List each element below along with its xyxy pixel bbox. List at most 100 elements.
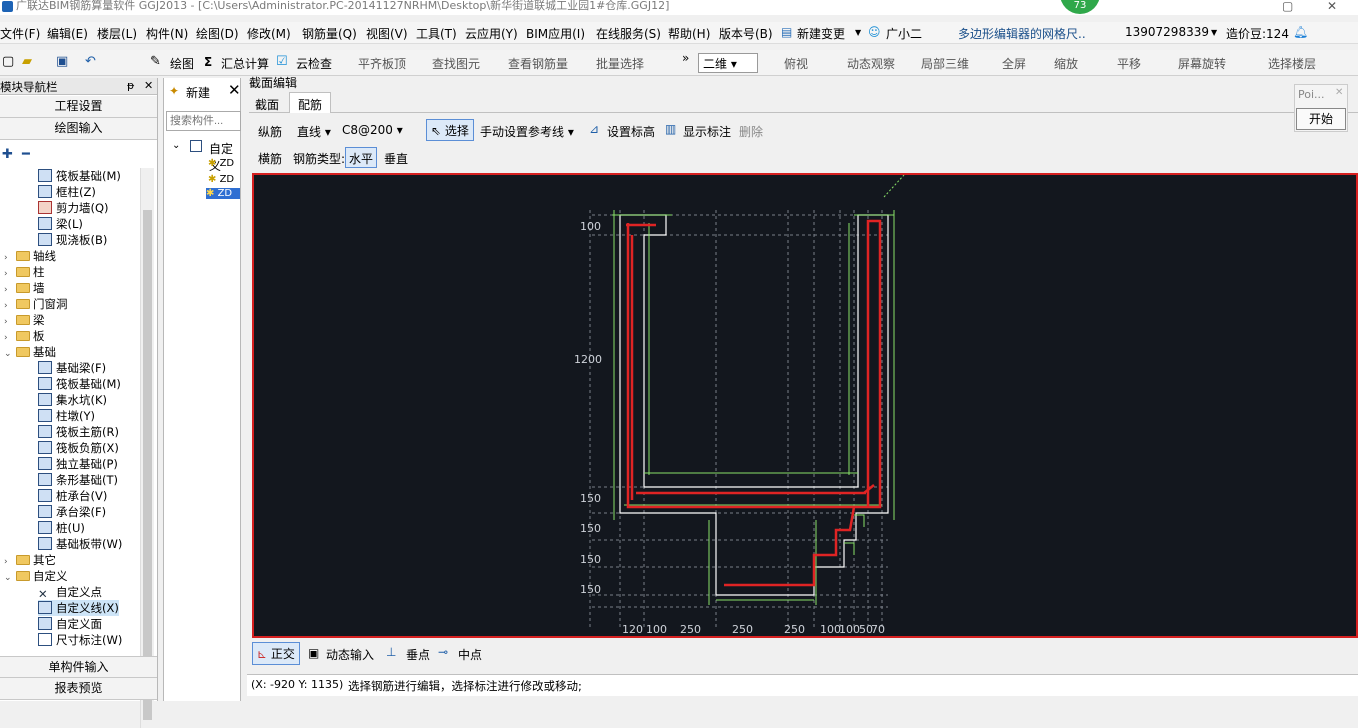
menu-rebar[interactable]: 钢筋量(Q) (302, 25, 357, 42)
close-window-icon[interactable]: ✕ (1327, 0, 1337, 12)
tree-item[interactable]: 梁(L) (38, 216, 83, 232)
tree-folder[interactable]: › 轴线 (4, 248, 56, 264)
fullscreen-button[interactable]: 全屏 (1002, 55, 1026, 72)
menu-cloud[interactable]: 云应用(Y) (465, 25, 518, 42)
menu-draw[interactable]: 绘图(D) (196, 25, 239, 42)
expand-icon[interactable]: › (4, 558, 16, 567)
dropdown-arrow-icon[interactable]: ▼ (1211, 28, 1217, 37)
horizontal-button[interactable]: 水平 (345, 147, 378, 168)
tree-item[interactable]: ✕ 自定义点 (38, 584, 102, 601)
tree-item[interactable]: 筏板基础(M) (38, 168, 121, 184)
tree-item[interactable]: 剪力墙(Q) (38, 200, 109, 216)
top-view-button[interactable]: 俯视 (784, 55, 808, 72)
menu-assistant[interactable]: 广小二 (886, 25, 922, 42)
tree-item[interactable]: 桩承台(V) (38, 488, 107, 504)
start-button[interactable]: 开始 (1296, 108, 1346, 130)
tree-folder[interactable]: › 门窗洞 (4, 296, 68, 312)
expand-icon[interactable]: › (4, 334, 16, 343)
bell-icon[interactable]: 🔔︎ (1293, 25, 1308, 39)
dynamic-input-button[interactable]: 动态输入 (326, 646, 374, 663)
tree-folder[interactable]: › 墙 (4, 280, 45, 296)
tree-folder[interactable]: › 其它 (4, 552, 56, 568)
menu-view[interactable]: 视图(V) (366, 25, 408, 42)
tree-item[interactable]: 筏板基础(M) (38, 376, 121, 392)
tree-item[interactable]: 现浇板(B) (38, 232, 107, 248)
tree-item[interactable]: 筏板主筋(R) (38, 424, 119, 440)
menu-new-change[interactable]: 新建变更 (797, 25, 845, 42)
collapse-icon[interactable]: ⌄ (4, 350, 16, 359)
grid-size-notice[interactable]: 多边形编辑器的网格尺.. (958, 25, 1086, 42)
tree-item[interactable]: 自定义面 (38, 616, 102, 632)
tree-item[interactable]: 尺寸标注(W) (38, 632, 122, 648)
tree-item[interactable]: 独立基础(P) (38, 456, 118, 472)
tab-section[interactable]: 截面 (255, 96, 279, 113)
delete-button[interactable]: 删除 (739, 123, 763, 140)
tab-rebar[interactable]: 配筋 (289, 92, 332, 113)
report-preview-button[interactable]: 报表预览 (0, 678, 157, 700)
tree-item[interactable]: 条形基础(T) (38, 472, 118, 488)
midpoint-button[interactable]: 中点 (458, 646, 482, 663)
tree-item[interactable]: 框柱(Z) (38, 184, 96, 200)
new-file-icon[interactable]: ▢ (2, 54, 14, 69)
select-floor-button[interactable]: 选择楼层 (1268, 55, 1316, 72)
pin-icon[interactable]: ᵽ (127, 79, 134, 92)
menu-online[interactable]: 在线服务(S) (596, 25, 661, 42)
cad-canvas[interactable]: 100 1200 150 150 150 150 120 100 250 250… (252, 173, 1358, 638)
tree-scrollbar[interactable] (140, 168, 154, 728)
ortho-button[interactable]: ⊾ 正交 (252, 642, 300, 665)
expand-icon[interactable]: › (4, 302, 16, 311)
perpendicular-button[interactable]: 垂点 (406, 646, 430, 663)
batch-select-button[interactable]: 批量选择 (596, 55, 644, 72)
menu-tools[interactable]: 工具(T) (416, 25, 457, 42)
tree-item[interactable]: 集水坑(K) (38, 392, 107, 408)
menu-help[interactable]: 帮助(H) (668, 25, 710, 42)
sum-calc-button[interactable]: 汇总计算 (221, 55, 269, 72)
view-mode-select[interactable]: 二维 ▾ (698, 53, 758, 73)
vertical-button[interactable]: 垂直 (384, 150, 408, 167)
popup-close-icon[interactable]: ✕ (1335, 87, 1343, 98)
menu-floor[interactable]: 楼层(L) (97, 25, 137, 42)
list-item[interactable]: ✱ ZD (208, 174, 234, 185)
local-3d-button[interactable]: 局部三维 (921, 55, 969, 72)
expand-icon[interactable]: › (4, 254, 16, 263)
draw-button[interactable]: 绘图 (170, 55, 194, 72)
tree-folder[interactable]: ⌄ 基础 (4, 344, 56, 360)
project-settings-button[interactable]: 工程设置 (0, 96, 157, 118)
screen-rotate-button[interactable]: 屏幕旋转 (1178, 55, 1226, 72)
collapse-icon[interactable]: ⌄ (4, 574, 16, 583)
line-mode-select[interactable]: 直线 ▾ (297, 123, 331, 140)
save-icon[interactable]: ▣ (56, 54, 68, 69)
manual-reference-line-select[interactable]: 手动设置参考线 ▾ (480, 123, 574, 140)
open-folder-icon[interactable]: ▰ (22, 54, 32, 69)
menu-modify[interactable]: 修改(M) (247, 25, 291, 42)
tree-item[interactable]: 基础梁(F) (38, 360, 106, 376)
close-icon[interactable]: ✕ (144, 79, 153, 92)
stirrup-button[interactable]: 横筋 (258, 150, 282, 167)
list-item[interactable]: ✱ ZD (208, 158, 234, 169)
select-button[interactable]: ⇖ 选择 (426, 119, 474, 141)
single-component-input-button[interactable]: 单构件输入 (0, 656, 157, 678)
menu-file[interactable]: 文件(F) (0, 25, 40, 42)
toolbar-overflow-icon[interactable]: » (682, 51, 689, 65)
component-search-input[interactable] (166, 111, 241, 131)
new-component-button[interactable]: 新建 (186, 84, 210, 101)
menu-component[interactable]: 构件(N) (146, 25, 188, 42)
cloud-check-button[interactable]: 云检查 (296, 55, 332, 72)
close-icon[interactable]: ✕ (228, 81, 241, 99)
tree-item[interactable]: 柱墩(Y) (38, 408, 95, 424)
collapse-icon[interactable]: ⌄ (172, 140, 180, 151)
menu-edit[interactable]: 编辑(E) (47, 25, 88, 42)
rebar-spec-select[interactable]: C8@200 ▾ (342, 123, 403, 137)
expand-icon[interactable]: › (4, 318, 16, 327)
tree-item[interactable]: 桩(U) (38, 520, 85, 536)
undo-icon[interactable]: ↶ (85, 54, 96, 69)
drawing-input-button[interactable]: 绘图输入 (0, 118, 157, 140)
tree-folder[interactable]: › 板 (4, 328, 45, 344)
set-elevation-button[interactable]: 设置标高 (607, 123, 655, 140)
menu-bim[interactable]: BIM应用(I) (526, 25, 585, 42)
restore-icon[interactable]: ▢ (1282, 0, 1293, 12)
tree-item-selected[interactable]: 自定义线(X) (38, 600, 119, 616)
menu-version[interactable]: 版本号(B) (719, 25, 773, 42)
tree-item[interactable]: 筏板负筋(X) (38, 440, 119, 456)
level-top-button[interactable]: 平齐板顶 (358, 55, 406, 72)
